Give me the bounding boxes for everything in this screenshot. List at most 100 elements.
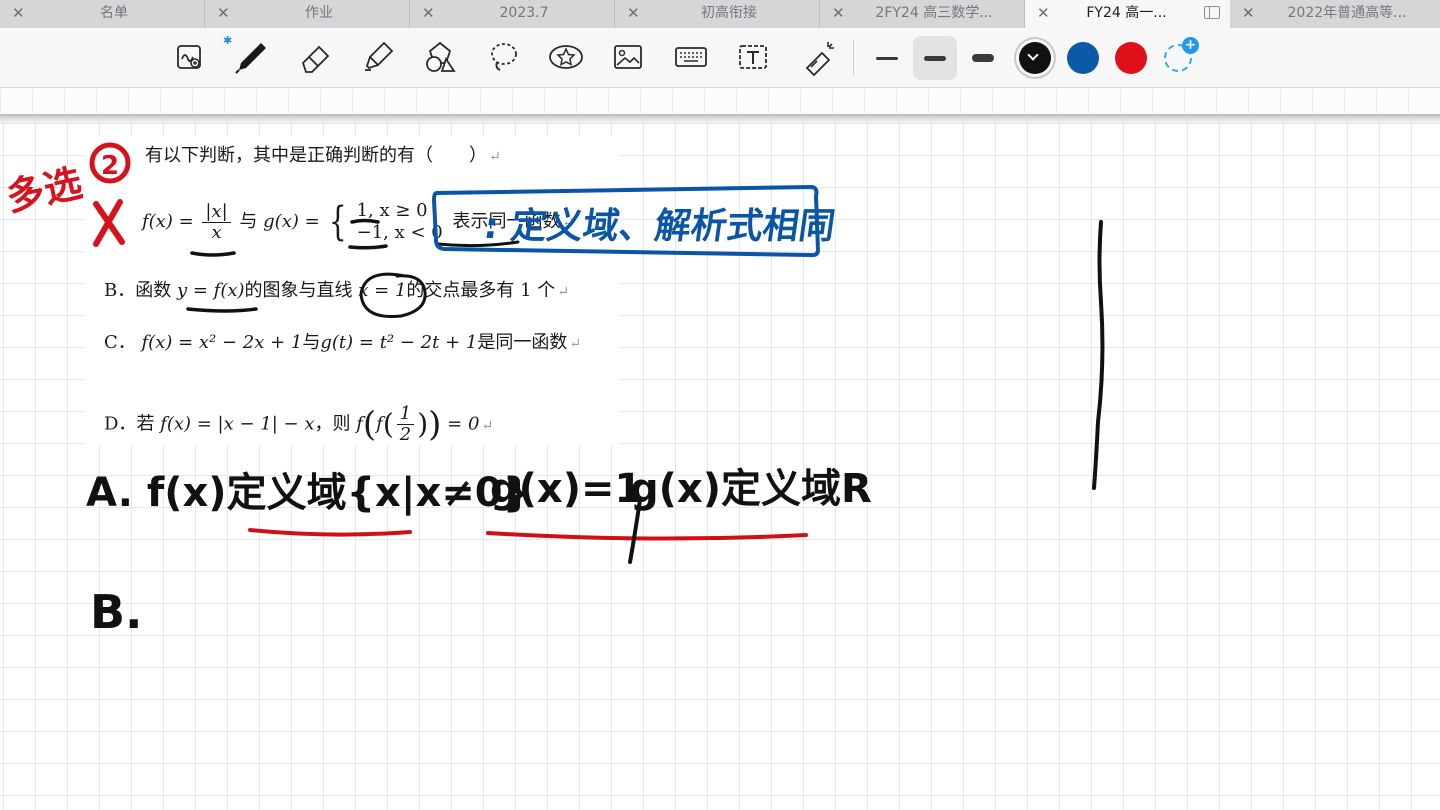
option-d: D．若 f(x) = |x − 1| − x，则 f(f(1 2)) = 0 ↵ bbox=[104, 403, 494, 445]
option-d-expr: = 0 bbox=[447, 413, 480, 435]
option-a-tail: 表示同一函数 bbox=[452, 211, 561, 232]
case-2: −1, x < 0 bbox=[356, 222, 443, 243]
tab-chugao-xianjie[interactable]: ✕ 初高衔接 bbox=[615, 0, 820, 28]
option-c: C． f(x) = x² − 2x + 1与g(t) = t² − 2t + 1… bbox=[104, 331, 581, 356]
tab-mingdan[interactable]: ✕ 名单 bbox=[0, 0, 205, 28]
color-blue[interactable] bbox=[1067, 42, 1099, 74]
page-top-strip bbox=[0, 89, 1440, 115]
eraser-tool[interactable] bbox=[292, 34, 338, 80]
close-icon[interactable]: ✕ bbox=[627, 3, 640, 23]
keyboard-tool[interactable] bbox=[668, 34, 714, 80]
tab-bar: ✕ 名单 ✕ 作业 ✕ 2023.7 ✕ 初高衔接 ✕ 2FY24 高三数学..… bbox=[0, 0, 1440, 28]
return-mark: ↵ bbox=[489, 149, 501, 165]
pen-width-thin[interactable] bbox=[865, 36, 909, 80]
text-box-tool[interactable] bbox=[730, 34, 776, 80]
tab-title: 2022年普通高等... bbox=[1287, 5, 1407, 21]
pen-icon bbox=[235, 43, 266, 74]
pen-tool[interactable] bbox=[228, 34, 274, 80]
close-icon[interactable]: ✕ bbox=[217, 3, 230, 23]
frac-den: 2 bbox=[399, 424, 412, 445]
frac-num: 1 bbox=[396, 404, 415, 425]
left-brace: { bbox=[329, 199, 348, 245]
pen-width-thick[interactable] bbox=[961, 36, 1005, 80]
tab-2023-7[interactable]: ✕ 2023.7 bbox=[410, 0, 615, 28]
tab-title: FY24 高一... bbox=[1086, 5, 1167, 21]
text-box-icon bbox=[739, 45, 767, 69]
option-label: B． bbox=[104, 280, 136, 301]
option-d-text: 若 bbox=[136, 413, 155, 435]
color-red[interactable] bbox=[1115, 42, 1147, 74]
image-icon bbox=[614, 45, 642, 69]
tab-fy24-gaoyi[interactable]: ✕ FY24 高一... bbox=[1025, 0, 1230, 28]
close-icon[interactable]: ✕ bbox=[1037, 3, 1050, 23]
image-tool[interactable] bbox=[605, 34, 651, 80]
highlighter-tool[interactable] bbox=[355, 34, 401, 80]
shapes-tool[interactable] bbox=[417, 34, 463, 80]
lasso-zoom-tool[interactable] bbox=[166, 34, 212, 80]
lasso-zoom-icon bbox=[177, 45, 201, 69]
option-c-expr: f(x) = x² − 2x + 1 bbox=[141, 332, 303, 353]
keyboard-icon bbox=[675, 47, 707, 67]
option-a-f: f(x) = bbox=[142, 211, 194, 232]
option-c-conj: 与 bbox=[302, 332, 321, 353]
highlighter-icon bbox=[365, 41, 394, 71]
lasso-tool[interactable] bbox=[480, 34, 526, 80]
option-a: f(x) = |x| x 与 g(x) = { 1, x ≥ 0 −1, x <… bbox=[142, 200, 574, 244]
option-c-expr: g(t) = t² − 2t + 1 bbox=[320, 332, 478, 353]
tab-title: 2023.7 bbox=[499, 5, 549, 21]
tab-fy24-gaosan[interactable]: ✕ 2FY24 高三数学... bbox=[820, 0, 1025, 28]
laser-pointer-icon bbox=[805, 42, 834, 77]
tab-2022-putong[interactable]: ✕ 2022年普通高等... bbox=[1230, 0, 1440, 28]
width-bar bbox=[876, 56, 898, 60]
pen-width-medium[interactable] bbox=[913, 36, 957, 80]
tab-title: 2FY24 高三数学... bbox=[875, 5, 993, 21]
tab-title: 初高衔接 bbox=[701, 5, 757, 21]
close-icon[interactable]: ✕ bbox=[1242, 3, 1255, 23]
split-view-icon[interactable] bbox=[1204, 6, 1220, 19]
sticker-tool[interactable] bbox=[543, 34, 589, 80]
close-icon[interactable]: ✕ bbox=[832, 3, 845, 23]
tab-title: 作业 bbox=[305, 5, 333, 21]
page-break bbox=[0, 114, 1440, 123]
option-label: D． bbox=[104, 413, 137, 435]
eraser-icon bbox=[301, 45, 330, 73]
return-mark: ↵ bbox=[569, 336, 582, 352]
color-black[interactable] bbox=[1019, 42, 1051, 74]
option-d-f: f bbox=[376, 413, 383, 435]
sticker-icon bbox=[549, 45, 583, 69]
frac-num: |x| bbox=[202, 201, 231, 223]
option-a-g: g(x) = bbox=[263, 211, 320, 232]
close-icon[interactable]: ✕ bbox=[422, 3, 435, 23]
return-mark: ↵ bbox=[481, 417, 494, 434]
tab-title: 名单 bbox=[100, 5, 128, 21]
piecewise-cases: 1, x ≥ 0 −1, x < 0 bbox=[357, 200, 443, 244]
one-half: 12 bbox=[396, 404, 415, 445]
option-b: B．函数 y = f(x)的图象与直线 x = 1的交点最多有 1 个 ↵ bbox=[104, 279, 569, 304]
abs-x-over-x: |x| x bbox=[202, 201, 231, 243]
option-b-text: 的交点最多有 1 个 bbox=[406, 280, 556, 301]
option-b-expr: x = 1 bbox=[358, 280, 407, 301]
tab-zuoye[interactable]: ✕ 作业 bbox=[205, 0, 410, 28]
shapes-icon bbox=[426, 41, 456, 72]
return-mark: ↵ bbox=[557, 284, 570, 300]
drawing-toolbar: ✱ bbox=[0, 28, 1440, 88]
option-a-conj: 与 bbox=[239, 211, 258, 232]
option-b-text: 的图象与直线 bbox=[244, 280, 353, 301]
chevron-down-icon bbox=[1027, 49, 1039, 61]
add-color-button[interactable]: + bbox=[1164, 37, 1199, 72]
frac-den: x bbox=[211, 221, 222, 243]
option-c-text: 是同一函数 bbox=[477, 332, 568, 353]
stem-text: 有以下判断，其中是正确判断的有（ ） bbox=[145, 145, 487, 166]
width-bar bbox=[972, 54, 994, 62]
option-d-f: f bbox=[356, 413, 363, 435]
option-b-text: 函数 bbox=[135, 280, 172, 301]
option-d-expr: f(x) = |x − 1| − x bbox=[160, 413, 315, 435]
option-b-expr: y = f(x) bbox=[176, 280, 245, 301]
case-1: 1, x ≥ 0 bbox=[356, 200, 428, 221]
laser-pointer-tool[interactable] bbox=[795, 34, 841, 80]
lasso-icon bbox=[491, 43, 517, 71]
close-icon[interactable]: ✕ bbox=[12, 3, 25, 23]
option-d-text: ，则 bbox=[314, 413, 351, 435]
question-stem: 有以下判断，其中是正确判断的有（ ） ↵ bbox=[145, 144, 501, 169]
return-mark: ↵ bbox=[562, 215, 575, 231]
